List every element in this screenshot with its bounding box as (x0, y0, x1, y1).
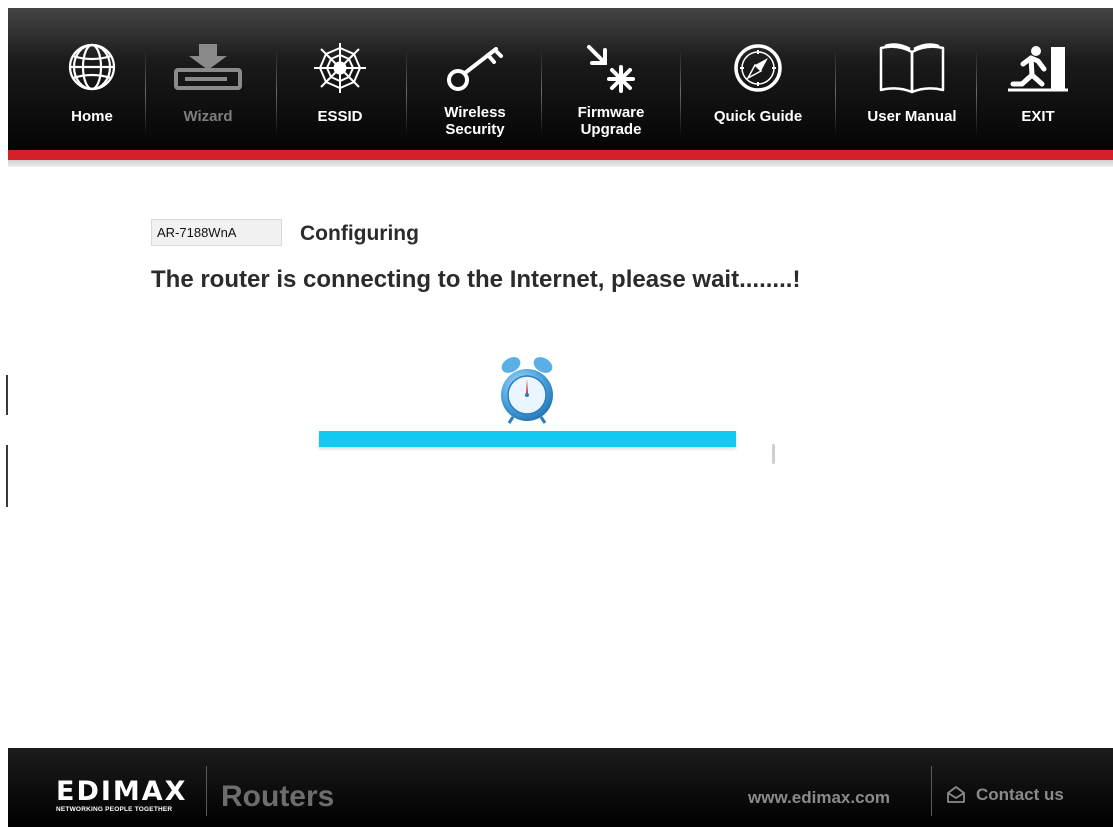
nav-separator (145, 48, 146, 136)
product-name: Routers (221, 780, 335, 813)
nav-essid[interactable]: ESSID (290, 8, 390, 150)
compass-icon (734, 44, 782, 92)
nav-wireless-security-line1: Wireless (444, 104, 506, 121)
nav-separator (680, 48, 681, 136)
website-link[interactable]: www.edimax.com (748, 788, 890, 808)
top-navigation: Home Wizard ESSID Wireless Security Firm… (8, 8, 1113, 150)
nav-firmware-upgrade-line2: Upgrade (580, 121, 642, 138)
progress-track-end (772, 444, 775, 464)
nav-wireless-security-line2: Security (445, 121, 505, 138)
exit-icon (1008, 46, 1068, 92)
footer-separator (206, 766, 207, 816)
nav-home-label: Home (71, 108, 113, 125)
download-box-icon (174, 44, 242, 90)
nav-user-manual[interactable]: User Manual (850, 8, 974, 150)
spider-web-icon (314, 43, 366, 93)
accent-stripe (8, 150, 1113, 160)
progress-bar (319, 431, 777, 447)
nav-exit-label: EXIT (1021, 108, 1055, 125)
nav-separator (976, 48, 977, 136)
nav-firmware-upgrade-line1: Firmware (577, 104, 645, 121)
nav-firmware-upgrade[interactable]: Firmware Upgrade (558, 8, 664, 150)
edge-mark (6, 445, 8, 507)
footer: EDIMAX NETWORKING PEOPLE TOGETHER Router… (8, 748, 1113, 827)
nav-home[interactable]: Home (44, 8, 140, 150)
nav-separator (276, 48, 277, 136)
divider-stripe (8, 160, 1113, 167)
nav-quick-guide[interactable]: Quick Guide (696, 8, 820, 150)
edimax-logo: EDIMAX NETWORKING PEOPLE TOGETHER (56, 776, 188, 814)
envelope-icon (947, 786, 965, 803)
model-name-box: AR-7188WnA (151, 219, 282, 246)
nav-separator (406, 48, 407, 136)
contact-us-link[interactable]: Contact us (946, 785, 1064, 805)
open-book-icon (879, 43, 945, 94)
edge-mark (6, 375, 8, 415)
nav-firmware-upgrade-label: Firmware Upgrade (558, 104, 664, 138)
configuring-label: Configuring (300, 222, 419, 245)
nav-wizard-label: Wizard (183, 108, 233, 125)
contact-us-label: Contact us (976, 785, 1064, 804)
alarm-clock-icon (501, 357, 553, 424)
status-message: The router is connecting to the Internet… (151, 266, 801, 293)
nav-exit[interactable]: EXIT (990, 8, 1086, 150)
brand-name: EDIMAX (56, 776, 188, 807)
progress-fill (319, 431, 736, 447)
globe-icon (68, 43, 116, 91)
nav-wireless-security-label: Wireless Security (423, 104, 527, 138)
nav-quick-guide-label: Quick Guide (713, 108, 803, 125)
nav-separator (835, 48, 836, 136)
footer-separator (931, 766, 932, 816)
brand-tagline: NETWORKING PEOPLE TOGETHER (56, 806, 173, 813)
nav-wizard[interactable]: Wizard (156, 8, 260, 150)
key-icon (447, 47, 503, 91)
nav-separator (541, 48, 542, 136)
firmware-upgrade-icon (587, 45, 635, 93)
nav-wireless-security[interactable]: Wireless Security (423, 8, 527, 150)
nav-essid-label: ESSID (317, 108, 363, 125)
nav-user-manual-label: User Manual (867, 108, 957, 125)
